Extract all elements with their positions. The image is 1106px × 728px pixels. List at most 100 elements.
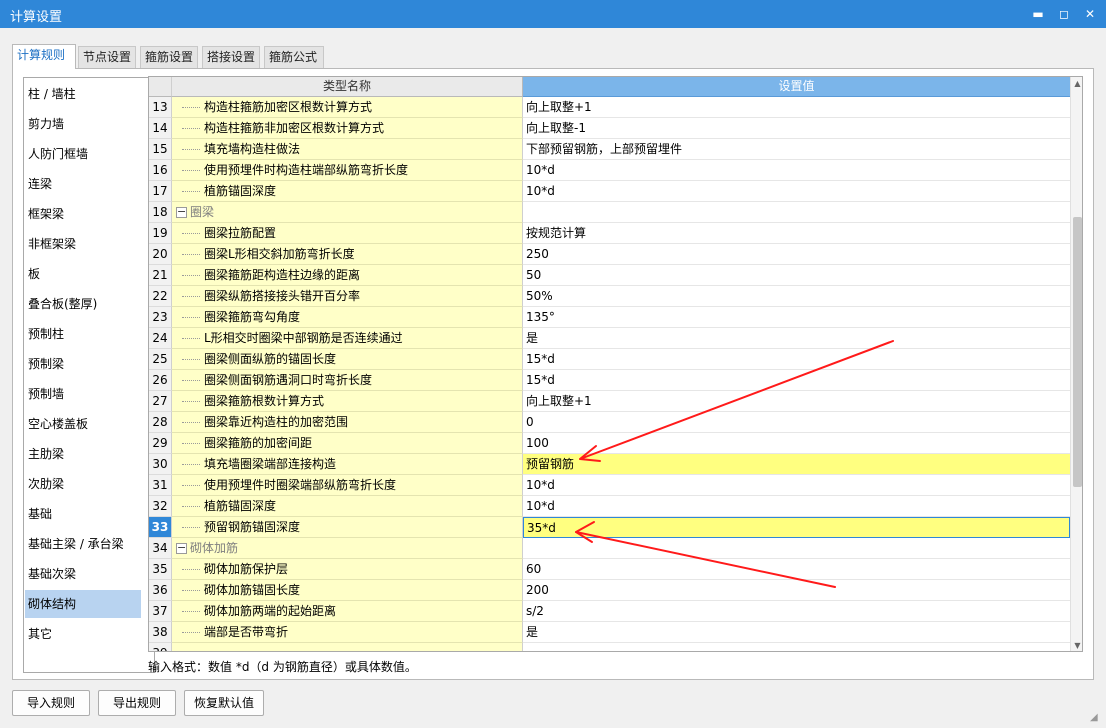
scroll-up-icon[interactable]: ▲ bbox=[1071, 77, 1082, 91]
setting-label: L形相交时圈梁中部钢筋是否连续通过 bbox=[204, 331, 403, 345]
scroll-down-icon[interactable]: ▼ bbox=[1071, 639, 1082, 651]
table-row[interactable]: 30 填充墙圈梁端部连接构造 预留钢筋 bbox=[149, 454, 1070, 475]
table-row[interactable]: 28 圈梁靠近构造柱的加密范围 0 bbox=[149, 412, 1070, 433]
table-row[interactable]: 35 砌体加筋保护层 60 bbox=[149, 559, 1070, 580]
sidebar-item[interactable]: 非框架梁 bbox=[25, 230, 141, 258]
setting-value-cell[interactable]: 按规范计算 bbox=[523, 223, 1070, 244]
restore-defaults-button[interactable]: 恢复默认值 bbox=[184, 690, 264, 716]
tab-stirrup-settings[interactable]: 箍筋设置 bbox=[140, 46, 198, 68]
table-row[interactable]: 19 圈梁拉筋配置 按规范计算 bbox=[149, 223, 1070, 244]
sidebar-item[interactable]: 框架梁 bbox=[25, 200, 141, 228]
setting-value-cell[interactable]: 向上取整-1 bbox=[523, 118, 1070, 139]
setting-value-cell[interactable]: 135° bbox=[523, 307, 1070, 328]
setting-value-cell[interactable]: 向上取整+1 bbox=[523, 97, 1070, 118]
setting-value-cell[interactable]: 是 bbox=[523, 328, 1070, 349]
sidebar-item[interactable]: 其它 bbox=[25, 620, 141, 648]
setting-value-cell[interactable]: 15*d bbox=[523, 370, 1070, 391]
setting-value-cell[interactable]: 50 bbox=[523, 265, 1070, 286]
table-row[interactable]: 16 使用预埋件时构造柱端部纵筋弯折长度 10*d bbox=[149, 160, 1070, 181]
close-icon[interactable]: ✕ bbox=[1078, 4, 1102, 24]
sidebar-item[interactable]: 主肋梁 bbox=[25, 440, 141, 468]
table-row[interactable]: 20 圈梁L形相交斜加筋弯折长度 250 bbox=[149, 244, 1070, 265]
table-row[interactable]: 25 圈梁侧面纵筋的锚固长度 15*d bbox=[149, 349, 1070, 370]
group-row[interactable]: 18− 圈梁 bbox=[149, 202, 1070, 223]
tree-connector bbox=[182, 422, 200, 423]
sidebar-item[interactable]: 基础主梁 / 承台梁 bbox=[25, 530, 141, 558]
sidebar-item[interactable]: 基础次梁 bbox=[25, 560, 141, 588]
vertical-scrollbar[interactable]: ▲ ▼ bbox=[1070, 77, 1082, 651]
table-row[interactable]: 24 L形相交时圈梁中部钢筋是否连续通过 是 bbox=[149, 328, 1070, 349]
tab-calc-rules[interactable]: 计算规则 bbox=[12, 44, 76, 69]
setting-value-cell[interactable]: 35*d bbox=[523, 517, 1070, 538]
tab-node-settings[interactable]: 节点设置 bbox=[78, 46, 136, 68]
sidebar-item-masonry[interactable]: 砌体结构 bbox=[25, 590, 141, 618]
sidebar-item[interactable]: 空心楼盖板 bbox=[25, 410, 141, 438]
import-rules-button[interactable]: 导入规则 bbox=[12, 690, 90, 716]
setting-value-cell[interactable]: 10*d bbox=[523, 475, 1070, 496]
sidebar-item[interactable]: 剪力墙 bbox=[25, 110, 141, 138]
setting-value-cell[interactable]: 10*d bbox=[523, 496, 1070, 517]
export-rules-button[interactable]: 导出规则 bbox=[98, 690, 176, 716]
table-row[interactable]: 21 圈梁箍筋距构造柱边缘的距离 50 bbox=[149, 265, 1070, 286]
table-row[interactable]: 37 砌体加筋两端的起始距离 s/2 bbox=[149, 601, 1070, 622]
sidebar-item[interactable]: 连梁 bbox=[25, 170, 141, 198]
table-row[interactable]: 23 圈梁箍筋弯勾角度 135° bbox=[149, 307, 1070, 328]
setting-name-cell: 圈梁拉筋配置 bbox=[172, 223, 523, 244]
sidebar-item[interactable]: 叠合板(整厚) bbox=[25, 290, 141, 318]
tab-stirrup-formula[interactable]: 箍筋公式 bbox=[264, 46, 324, 68]
table-row[interactable]: 26 圈梁侧面钢筋遇洞口时弯折长度 15*d bbox=[149, 370, 1070, 391]
table-row[interactable]: 36 砌体加筋锚固长度 200 bbox=[149, 580, 1070, 601]
resize-grip-icon[interactable]: ◢ bbox=[1090, 712, 1102, 724]
collapse-icon[interactable]: − bbox=[176, 206, 187, 218]
scrollbar-thumb[interactable] bbox=[1073, 217, 1082, 487]
collapse-icon[interactable]: − bbox=[176, 542, 187, 554]
setting-value-cell[interactable]: 10*d bbox=[523, 160, 1070, 181]
sidebar-item[interactable]: 预制梁 bbox=[25, 350, 141, 378]
setting-value-cell[interactable]: 预留钢筋 bbox=[523, 454, 1070, 475]
setting-value-cell[interactable]: 50% bbox=[523, 286, 1070, 307]
minimize-icon[interactable]: ▬ bbox=[1026, 4, 1050, 24]
setting-value-cell[interactable]: 向上取整+1 bbox=[523, 391, 1070, 412]
table-row[interactable]: 13 构造柱箍筋加密区根数计算方式 向上取整+1 bbox=[149, 97, 1070, 118]
setting-value-cell[interactable]: 下部预留钢筋，上部预留埋件 bbox=[523, 139, 1070, 160]
table-row[interactable]: 15 填充墙构造柱做法 下部预留钢筋，上部预留埋件 bbox=[149, 139, 1070, 160]
setting-value-cell[interactable]: 60 bbox=[523, 559, 1070, 580]
sidebar-item[interactable]: 柱 / 墙柱 bbox=[25, 80, 141, 108]
table-row[interactable]: 39 bbox=[149, 643, 1070, 651]
table-row[interactable]: 14 构造柱箍筋非加密区根数计算方式 向上取整-1 bbox=[149, 118, 1070, 139]
table-row[interactable]: 33 预留钢筋锚固深度 35*d bbox=[149, 517, 1070, 538]
group-row[interactable]: 34− 砌体加筋 bbox=[149, 538, 1070, 559]
table-row[interactable]: 22 圈梁纵筋搭接接头错开百分率 50% bbox=[149, 286, 1070, 307]
setting-value-cell[interactable]: 250 bbox=[523, 244, 1070, 265]
setting-value-cell[interactable]: 是 bbox=[523, 622, 1070, 643]
sidebar-item[interactable]: 人防门框墙 bbox=[25, 140, 141, 168]
row-number: 28 bbox=[149, 412, 172, 433]
setting-value-cell[interactable]: 15*d bbox=[523, 349, 1070, 370]
setting-value-cell[interactable] bbox=[523, 643, 1070, 651]
column-header-name[interactable]: 类型名称 bbox=[172, 77, 523, 97]
table-row[interactable]: 32 植筋锚固深度 10*d bbox=[149, 496, 1070, 517]
tab-lap-settings[interactable]: 搭接设置 bbox=[202, 46, 260, 68]
table-row[interactable]: 31 使用预埋件时圈梁端部纵筋弯折长度 10*d bbox=[149, 475, 1070, 496]
tree-connector bbox=[182, 233, 200, 234]
setting-value-cell[interactable]: 100 bbox=[523, 433, 1070, 454]
sidebar-item[interactable]: 板 bbox=[25, 260, 141, 288]
setting-value-cell[interactable]: 0 bbox=[523, 412, 1070, 433]
column-header-value[interactable]: 设置值 bbox=[523, 77, 1070, 97]
sidebar-item[interactable]: 预制柱 bbox=[25, 320, 141, 348]
table-row[interactable]: 29 圈梁箍筋的加密间距 100 bbox=[149, 433, 1070, 454]
row-number: 35 bbox=[149, 559, 172, 580]
setting-name-cell: 使用预埋件时圈梁端部纵筋弯折长度 bbox=[172, 475, 523, 496]
table-row[interactable]: 27 圈梁箍筋根数计算方式 向上取整+1 bbox=[149, 391, 1070, 412]
setting-value-cell[interactable]: 10*d bbox=[523, 181, 1070, 202]
sidebar-item[interactable]: 预制墙 bbox=[25, 380, 141, 408]
maximize-icon[interactable]: ◻ bbox=[1052, 4, 1076, 24]
tree-connector bbox=[182, 359, 200, 360]
setting-value-cell[interactable]: s/2 bbox=[523, 601, 1070, 622]
setting-value-cell[interactable]: 200 bbox=[523, 580, 1070, 601]
setting-name-cell: 使用预埋件时构造柱端部纵筋弯折长度 bbox=[172, 160, 523, 181]
sidebar-item[interactable]: 基础 bbox=[25, 500, 141, 528]
sidebar-item[interactable]: 次肋梁 bbox=[25, 470, 141, 498]
table-row[interactable]: 38 端部是否带弯折 是 bbox=[149, 622, 1070, 643]
table-row[interactable]: 17 植筋锚固深度 10*d bbox=[149, 181, 1070, 202]
